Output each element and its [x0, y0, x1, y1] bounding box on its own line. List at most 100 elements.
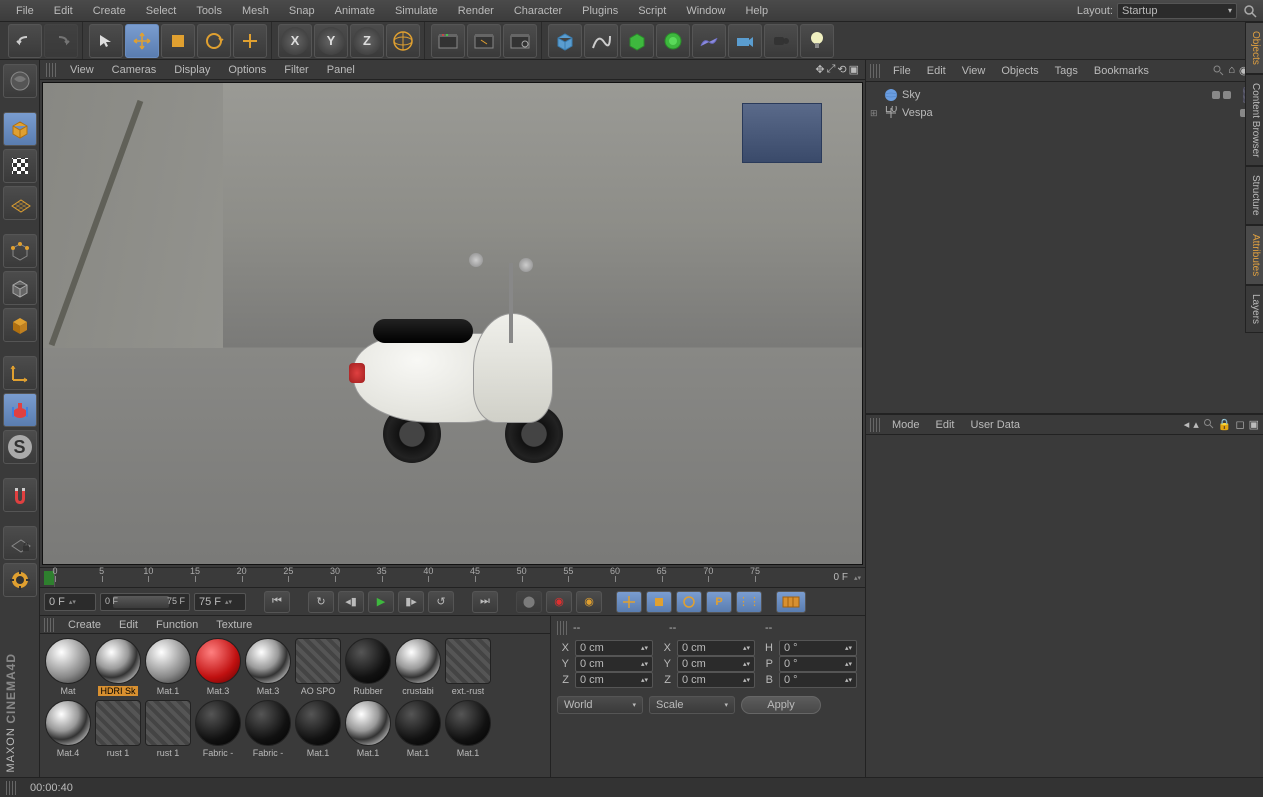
- mat-menu-texture[interactable]: Texture: [208, 619, 260, 631]
- stepper-icon[interactable]: ▴▾: [854, 574, 861, 582]
- coord-mode-dropdown[interactable]: Scale▾: [649, 696, 735, 714]
- autokey-button[interactable]: ◉: [546, 591, 572, 613]
- texture-mode-button[interactable]: [3, 149, 37, 183]
- coord-field[interactable]: 0 °▴▾: [779, 640, 857, 656]
- magnet-button[interactable]: [3, 478, 37, 512]
- spline-button[interactable]: [584, 24, 618, 58]
- loop-button[interactable]: ↻: [308, 591, 334, 613]
- vp-menu-view[interactable]: View: [62, 64, 102, 76]
- scale-tool[interactable]: [161, 24, 195, 58]
- attr-menu-edit[interactable]: Edit: [928, 419, 963, 431]
- menu-plugins[interactable]: Plugins: [572, 0, 628, 22]
- recent-tool[interactable]: [233, 24, 267, 58]
- loop2-button[interactable]: ↺: [428, 591, 454, 613]
- menu-render[interactable]: Render: [448, 0, 504, 22]
- grip-icon[interactable]: [46, 63, 56, 77]
- render-region-button[interactable]: [467, 24, 501, 58]
- goto-end-button[interactable]: ⏭: [472, 591, 498, 613]
- menu-character[interactable]: Character: [504, 0, 572, 22]
- obj-menu-edit[interactable]: Edit: [920, 65, 953, 77]
- menu-simulate[interactable]: Simulate: [385, 0, 448, 22]
- mat-menu-function[interactable]: Function: [148, 619, 206, 631]
- vp-maximize-icon[interactable]: ▣: [849, 63, 859, 76]
- live-select-tool[interactable]: [89, 24, 123, 58]
- tweak-button[interactable]: [3, 393, 37, 427]
- mat-menu-create[interactable]: Create: [60, 619, 109, 631]
- points-mode-button[interactable]: [3, 234, 37, 268]
- workplane-button[interactable]: [3, 186, 37, 220]
- vp-menu-cameras[interactable]: Cameras: [104, 64, 165, 76]
- material-item[interactable]: Mat.1: [344, 700, 392, 758]
- material-item[interactable]: Mat.1: [444, 700, 492, 758]
- material-item[interactable]: rust 1: [94, 700, 142, 758]
- render-view-button[interactable]: [431, 24, 465, 58]
- tree-item-vespa[interactable]: ⊞ L0 Vespa: [870, 104, 1259, 122]
- range-end-field[interactable]: 75 F▴▾: [194, 593, 246, 611]
- home-icon[interactable]: ⌂: [1228, 64, 1235, 77]
- nav-up-icon[interactable]: ▴: [1193, 418, 1199, 431]
- model-mode-button[interactable]: [3, 112, 37, 146]
- coord-field[interactable]: 0 cm▴▾: [575, 656, 653, 672]
- material-item[interactable]: rust 1: [144, 700, 192, 758]
- menu-animate[interactable]: Animate: [325, 0, 385, 22]
- viewport[interactable]: [42, 82, 863, 565]
- vp-menu-options[interactable]: Options: [220, 64, 274, 76]
- coord-system-button[interactable]: [386, 24, 420, 58]
- bulb-button[interactable]: [800, 24, 834, 58]
- undo-button[interactable]: [8, 24, 42, 58]
- search-icon[interactable]: [1212, 64, 1224, 77]
- material-item[interactable]: crustabi: [394, 638, 442, 696]
- render-settings-button[interactable]: [503, 24, 537, 58]
- material-item[interactable]: AO SPO: [294, 638, 342, 696]
- key-scale-button[interactable]: [646, 591, 672, 613]
- tab-structure[interactable]: Structure: [1245, 166, 1263, 225]
- workplane-lock-button[interactable]: [3, 526, 37, 560]
- menu-help[interactable]: Help: [735, 0, 778, 22]
- step-back-button[interactable]: ◂▮: [338, 591, 364, 613]
- goto-start-button[interactable]: ⏮: [264, 591, 290, 613]
- vp-zoom-icon[interactable]: ⤢: [827, 63, 836, 76]
- menu-file[interactable]: File: [6, 0, 44, 22]
- deformer-button[interactable]: [656, 24, 690, 58]
- mat-menu-edit[interactable]: Edit: [111, 619, 146, 631]
- material-item[interactable]: Mat.4: [44, 700, 92, 758]
- coord-field[interactable]: 0 cm▴▾: [575, 672, 653, 688]
- vp-menu-panel[interactable]: Panel: [319, 64, 363, 76]
- tab-content-browser[interactable]: Content Browser: [1245, 74, 1263, 166]
- material-item[interactable]: HDRI Sk: [94, 638, 142, 696]
- range-slider[interactable]: 0 F 75 F: [100, 593, 190, 611]
- tree-item-sky[interactable]: Sky: [870, 86, 1259, 104]
- make-editable-button[interactable]: [3, 64, 37, 98]
- coord-space-dropdown[interactable]: World▾: [557, 696, 643, 714]
- expand-icon[interactable]: ⊞: [870, 108, 880, 119]
- search-icon[interactable]: [1243, 4, 1257, 18]
- coord-field[interactable]: 0 °▴▾: [779, 656, 857, 672]
- material-item[interactable]: Mat: [44, 638, 92, 696]
- vp-menu-filter[interactable]: Filter: [276, 64, 316, 76]
- cube-primitive-button[interactable]: [548, 24, 582, 58]
- search-icon[interactable]: [1203, 418, 1214, 431]
- key-param-button[interactable]: P: [706, 591, 732, 613]
- z-axis-lock[interactable]: Z: [350, 24, 384, 58]
- key-rot-button[interactable]: [676, 591, 702, 613]
- vp-menu-display[interactable]: Display: [166, 64, 218, 76]
- timeline-ruler[interactable]: 051015202530354045505560657075 0 F ▴▾: [40, 567, 865, 587]
- object-tree[interactable]: Sky ⊞ L0 Vespa: [866, 82, 1263, 413]
- menu-tools[interactable]: Tools: [186, 0, 232, 22]
- attr-menu-userdata[interactable]: User Data: [963, 419, 1029, 431]
- tab-layers[interactable]: Layers: [1245, 285, 1263, 333]
- material-item[interactable]: Mat.3: [244, 638, 292, 696]
- edges-mode-button[interactable]: [3, 271, 37, 305]
- menu-edit[interactable]: Edit: [44, 0, 83, 22]
- nav-back-icon[interactable]: ◂: [1184, 418, 1190, 431]
- grip-icon[interactable]: [44, 618, 54, 632]
- y-axis-lock[interactable]: Y: [314, 24, 348, 58]
- key-pos-button[interactable]: [616, 591, 642, 613]
- menu-mesh[interactable]: Mesh: [232, 0, 279, 22]
- coord-field[interactable]: 0 °▴▾: [779, 672, 857, 688]
- material-item[interactable]: Mat.1: [144, 638, 192, 696]
- new-icon[interactable]: ◻: [1235, 418, 1244, 431]
- vp-rotate-icon[interactable]: ⟲: [837, 63, 846, 76]
- apply-button[interactable]: Apply: [741, 696, 821, 714]
- material-item[interactable]: Mat.1: [294, 700, 342, 758]
